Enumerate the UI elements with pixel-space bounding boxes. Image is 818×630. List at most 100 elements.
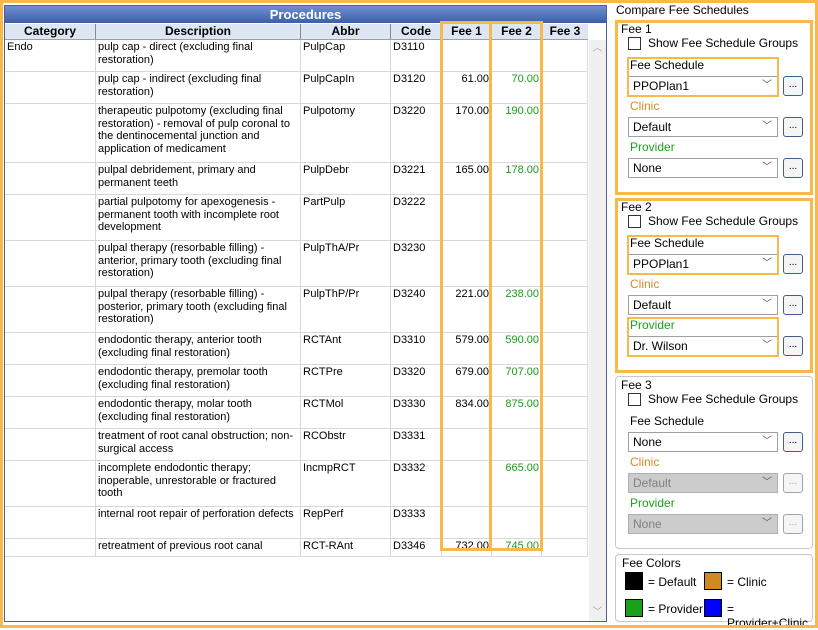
show-groups-checkbox-fee1[interactable]: Show Fee Schedule Groups xyxy=(628,36,798,50)
cell-description[interactable]: pulp cap - direct (excluding final resto… xyxy=(96,40,301,71)
cell-code[interactable]: D3220 xyxy=(391,104,442,162)
checkbox-icon[interactable] xyxy=(628,36,641,50)
chevron-down-icon[interactable]: ﹀ xyxy=(762,159,772,177)
cell-fee2[interactable]: 178.00 xyxy=(492,163,542,194)
cell-fee2[interactable] xyxy=(492,241,542,286)
fee-schedule-ellipsis-button-fee2[interactable]: ... xyxy=(783,254,803,274)
clinic-combo-fee3[interactable]: Default ﹀ xyxy=(628,473,778,493)
cell-abbr[interactable]: RCTMol xyxy=(301,397,391,428)
table-row[interactable]: treatment of root canal obstruction; non… xyxy=(5,429,588,461)
cell-code[interactable]: D3120 xyxy=(391,72,442,103)
cell-category[interactable] xyxy=(5,287,96,332)
chevron-down-icon[interactable]: ﹀ xyxy=(762,77,772,95)
chevron-down-icon[interactable]: ﹀ xyxy=(762,474,772,492)
table-row[interactable]: endodontic therapy, anterior tooth (excl… xyxy=(5,333,588,365)
cell-category[interactable] xyxy=(5,104,96,162)
table-row[interactable]: pulpal therapy (resorbable filling) - an… xyxy=(5,241,588,287)
cell-category[interactable] xyxy=(5,195,96,240)
cell-code[interactable]: D3332 xyxy=(391,461,442,506)
table-row[interactable]: retreatment of previous root canal RCT-RA… xyxy=(5,539,588,557)
fee-schedule-ellipsis-button-fee3[interactable]: ... xyxy=(783,432,803,452)
cell-fee3[interactable] xyxy=(542,397,588,428)
chevron-down-icon[interactable]: ﹀ xyxy=(762,118,772,136)
cell-abbr[interactable]: PartPulp xyxy=(301,195,391,240)
cell-category[interactable] xyxy=(5,461,96,506)
cell-code[interactable]: D3110 xyxy=(391,40,442,71)
cell-description[interactable]: pulpal therapy (resorbable filling) - an… xyxy=(96,241,301,286)
checkbox-icon[interactable] xyxy=(628,392,641,406)
cell-description[interactable]: pulpal therapy (resorbable filling) - po… xyxy=(96,287,301,332)
column-header-fee2[interactable]: Fee 2 xyxy=(492,24,542,39)
cell-description[interactable]: pulp cap - indirect (excluding final res… xyxy=(96,72,301,103)
chevron-down-icon[interactable]: ﹀ xyxy=(762,255,772,273)
vertical-scrollbar[interactable]: ︿ ﹀ xyxy=(589,40,606,621)
cell-fee2[interactable]: 665.00 xyxy=(492,461,542,506)
chevron-down-icon[interactable]: ﹀ xyxy=(762,433,772,451)
checkbox-icon[interactable] xyxy=(628,214,641,228)
fee-schedule-combo-fee3[interactable]: None ﹀ xyxy=(628,432,778,452)
cell-description[interactable]: pulpal debridement, primary and permanen… xyxy=(96,163,301,194)
cell-fee1[interactable]: 732.00 xyxy=(442,539,492,556)
cell-fee2[interactable]: 190.00 xyxy=(492,104,542,162)
clinic-combo-fee2[interactable]: Default ﹀ xyxy=(628,295,778,315)
cell-code[interactable]: D3230 xyxy=(391,241,442,286)
cell-fee1[interactable] xyxy=(442,429,492,460)
cell-abbr[interactable]: RCT-RAnt xyxy=(301,539,391,556)
table-row[interactable]: endodontic therapy, molar tooth (excludi… xyxy=(5,397,588,429)
cell-fee3[interactable] xyxy=(542,507,588,538)
cell-code[interactable]: D3222 xyxy=(391,195,442,240)
cell-fee3[interactable] xyxy=(542,365,588,396)
cell-category[interactable] xyxy=(5,365,96,396)
cell-code[interactable]: D3331 xyxy=(391,429,442,460)
cell-fee3[interactable] xyxy=(542,429,588,460)
column-header-abbr[interactable]: Abbr xyxy=(301,24,391,39)
cell-category[interactable]: Endo xyxy=(5,40,96,71)
show-groups-checkbox-fee3[interactable]: Show Fee Schedule Groups xyxy=(628,392,798,406)
chevron-down-icon[interactable]: ﹀ xyxy=(762,337,772,355)
provider-ellipsis-button-fee2[interactable]: ... xyxy=(783,336,803,356)
table-row[interactable]: pulp cap - indirect (excluding final res… xyxy=(5,72,588,104)
cell-description[interactable]: endodontic therapy, anterior tooth (excl… xyxy=(96,333,301,364)
cell-category[interactable] xyxy=(5,72,96,103)
cell-fee3[interactable] xyxy=(542,163,588,194)
cell-abbr[interactable]: PulpThA/Pr xyxy=(301,241,391,286)
cell-fee3[interactable] xyxy=(542,461,588,506)
column-header-fee3[interactable]: Fee 3 xyxy=(542,24,588,39)
cell-code[interactable]: D3320 xyxy=(391,365,442,396)
cell-code[interactable]: D3240 xyxy=(391,287,442,332)
cell-fee1[interactable] xyxy=(442,241,492,286)
cell-fee2[interactable]: 875.00 xyxy=(492,397,542,428)
cell-fee1[interactable]: 679.00 xyxy=(442,365,492,396)
cell-fee2[interactable]: 590.00 xyxy=(492,333,542,364)
cell-fee3[interactable] xyxy=(542,195,588,240)
cell-fee1[interactable] xyxy=(442,195,492,240)
cell-fee1[interactable]: 61.00 xyxy=(442,72,492,103)
cell-fee2[interactable]: 70.00 xyxy=(492,72,542,103)
cell-category[interactable] xyxy=(5,429,96,460)
provider-combo-fee2[interactable]: Dr. Wilson ﹀ xyxy=(628,336,778,356)
cell-fee1[interactable]: 221.00 xyxy=(442,287,492,332)
cell-description[interactable]: endodontic therapy, premolar tooth (excl… xyxy=(96,365,301,396)
cell-fee1[interactable]: 834.00 xyxy=(442,397,492,428)
fee-schedule-combo-fee2[interactable]: PPOPlan1 ﹀ xyxy=(628,254,778,274)
column-header-code[interactable]: Code xyxy=(391,24,442,39)
cell-fee1[interactable]: 170.00 xyxy=(442,104,492,162)
scroll-down-icon[interactable]: ﹀ xyxy=(589,604,606,621)
cell-fee2[interactable] xyxy=(492,429,542,460)
column-header-category[interactable]: Category xyxy=(5,24,96,39)
cell-fee3[interactable] xyxy=(542,104,588,162)
cell-fee1[interactable] xyxy=(442,40,492,71)
cell-abbr[interactable]: PulpCap xyxy=(301,40,391,71)
cell-category[interactable] xyxy=(5,539,96,556)
table-row[interactable]: internal root repair of perforation defe… xyxy=(5,507,588,539)
cell-fee3[interactable] xyxy=(542,241,588,286)
cell-code[interactable]: D3330 xyxy=(391,397,442,428)
provider-combo-fee1[interactable]: None ﹀ xyxy=(628,158,778,178)
cell-description[interactable]: incomplete endodontic therapy; inoperabl… xyxy=(96,461,301,506)
cell-code[interactable]: D3221 xyxy=(391,163,442,194)
table-row[interactable]: pulpal therapy (resorbable filling) - po… xyxy=(5,287,588,333)
cell-abbr[interactable]: PulpThP/Pr xyxy=(301,287,391,332)
cell-description[interactable]: internal root repair of perforation defe… xyxy=(96,507,301,538)
table-row[interactable]: endodontic therapy, premolar tooth (excl… xyxy=(5,365,588,397)
cell-category[interactable] xyxy=(5,163,96,194)
